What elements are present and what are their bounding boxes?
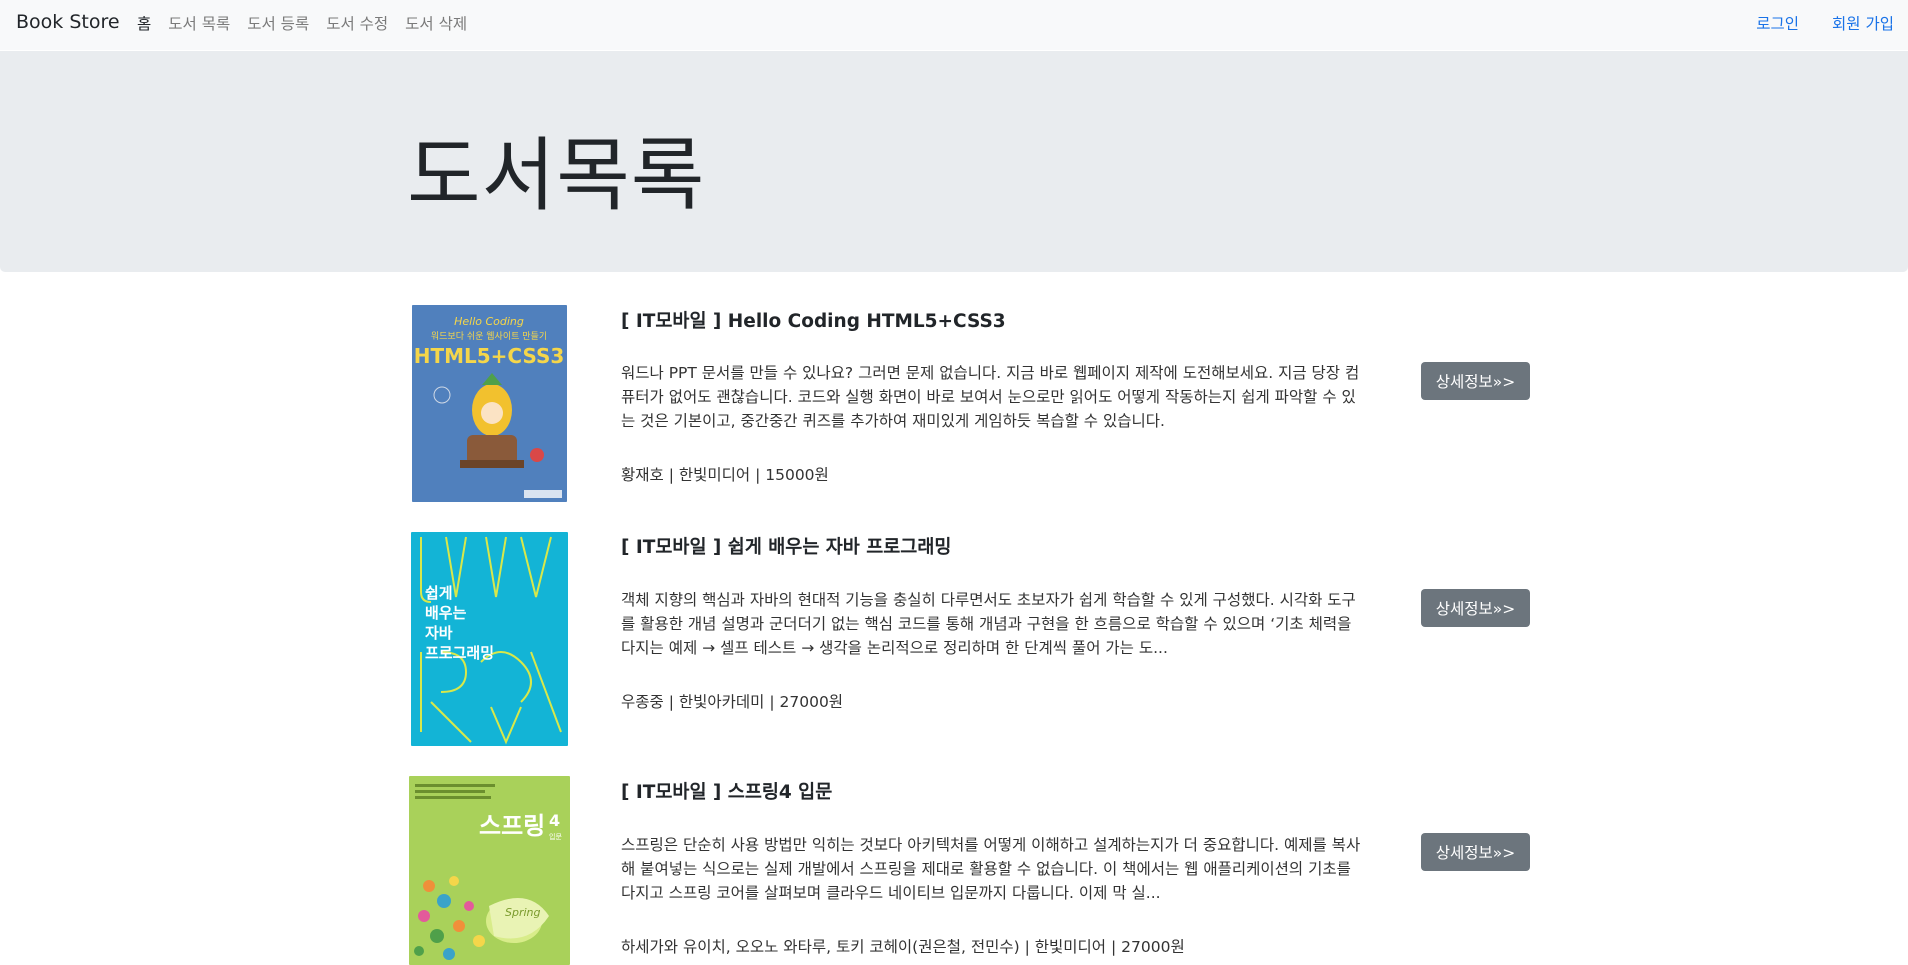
book-cover-image[interactable]: 쉽게 배우는 자바 프로그래밍 [411, 532, 568, 746]
svg-text:4: 4 [549, 811, 560, 830]
book-meta: 우종중 | 한빛아카데미 | 27000원 [621, 693, 844, 711]
book-description: 워드나 PPT 문서를 만들 수 있나요? 그러면 문제 없습니다. 지금 바로… [621, 364, 1360, 430]
book-title[interactable]: [ IT모바일 ] 쉽게 배우는 자바 프로그래밍 [621, 533, 951, 559]
book-meta: 황재호 | 한빛미디어 | 15000원 [621, 466, 829, 484]
svg-text:쉽게: 쉽게 [425, 584, 453, 602]
book-cover-image[interactable]: Hello Coding 워드보다 쉬운 웹사이트 만들기 HTML5+CSS3 [412, 305, 567, 502]
svg-text:Hello Coding: Hello Coding [454, 315, 524, 328]
book-cover-image[interactable]: 스프링 4 입문 Spring [409, 776, 570, 965]
detail-button[interactable]: 상세정보»> [1421, 589, 1530, 627]
svg-text:워드보다 쉬운 웹사이트 만들기: 워드보다 쉬운 웹사이트 만들기 [431, 331, 547, 342]
book-item: 스프링 4 입문 Spring [ IT모바일 ] 스프링4 입문 스프링은 단… [0, 0, 1908, 965]
book-meta: 하세가와 유이치, 오오노 와타루, 토키 코헤이(권은철, 전민수) | 한빛… [621, 938, 1185, 956]
detail-button[interactable]: 상세정보»> [1421, 833, 1530, 871]
svg-text:HTML5+CSS3: HTML5+CSS3 [414, 344, 565, 368]
detail-button[interactable]: 상세정보»> [1421, 362, 1530, 400]
cover-java-art: 쉽게 배우는 자바 프로그래밍 [411, 532, 568, 746]
book-title[interactable]: [ IT모바일 ] Hello Coding HTML5+CSS3 [621, 307, 1006, 333]
svg-text:입문: 입문 [549, 833, 562, 841]
svg-text:프로그래밍: 프로그래밍 [425, 644, 494, 662]
svg-text:배우는: 배우는 [425, 604, 467, 622]
cover-spring4-art: 스프링 4 입문 Spring [409, 776, 570, 965]
svg-text:자바: 자바 [425, 624, 453, 642]
book-description: 스프링은 단순히 사용 방법만 익히는 것보다 아키텍처를 어떻게 이해하고 설… [621, 836, 1361, 902]
svg-text:스프링: 스프링 [479, 812, 545, 840]
book-description: 객체 지향의 핵심과 자바의 현대적 기능을 충실히 다루면서도 초보자가 쉽게… [621, 591, 1356, 657]
book-title[interactable]: [ IT모바일 ] 스프링4 입문 [621, 778, 832, 804]
svg-text:Spring: Spring [505, 906, 541, 919]
cover-html5-css3-art: Hello Coding 워드보다 쉬운 웹사이트 만들기 HTML5+CSS3 [412, 305, 567, 502]
